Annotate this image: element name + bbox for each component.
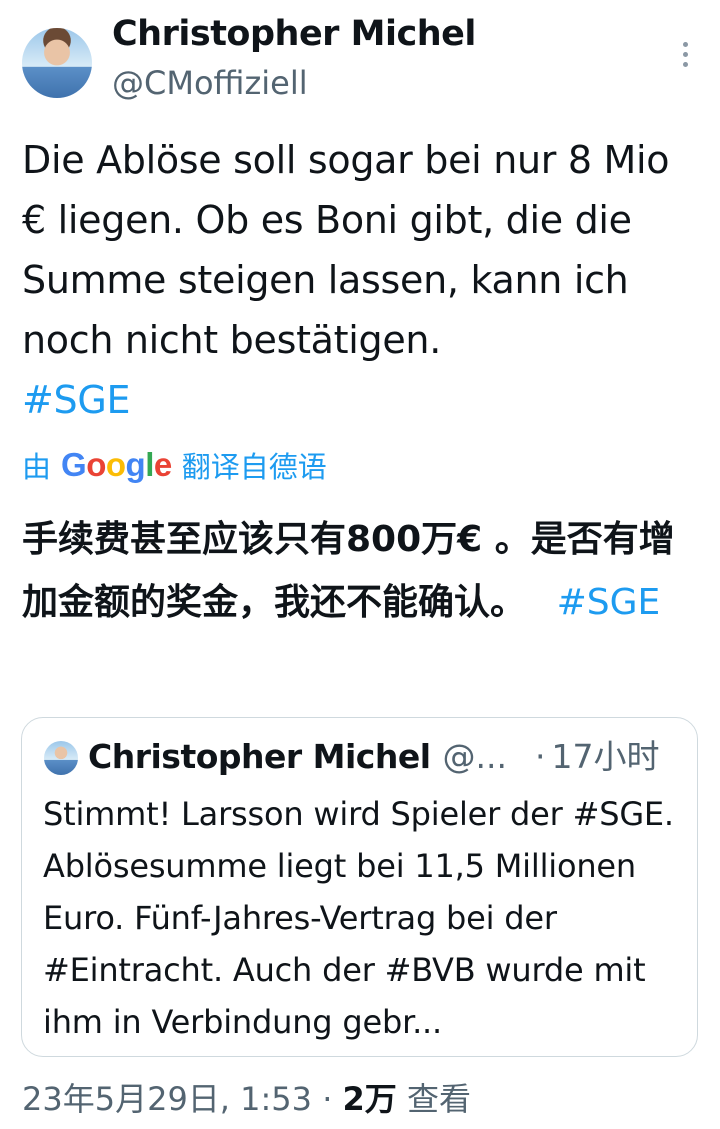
more-vertical-icon[interactable] (676, 42, 694, 74)
translated-text: 手续费甚至应该只有800万€ 。是否有增加金额的奖金，我还不能确认。 #SGE (22, 508, 702, 634)
hashtag-link[interactable]: #SGE (22, 378, 131, 422)
tweet-text: Die Ablöse soll sogar bei nur 8 Mio € li… (22, 130, 702, 430)
tweet: Christopher Michel @CMoffiziell Die Ablö… (0, 0, 720, 1129)
translated-by-suffix: 翻译自德语 (181, 450, 327, 484)
quoted-text: Stimmt! Larsson wird Spieler der #SGE. A… (43, 795, 674, 1041)
quoted-header: Christopher Michel @... · 17小时 (88, 730, 660, 778)
quoted-time: 17小时 (551, 737, 660, 776)
meta-separator: · (322, 1080, 333, 1118)
tweet-meta: 23年5月29日, 1:53 · 2万 查看 (22, 1074, 471, 1120)
google-logo: Google (61, 446, 172, 483)
translated-by-prefix: 由 (22, 450, 52, 484)
translated-hashtag-link[interactable]: #SGE (557, 582, 661, 623)
author-name[interactable]: Christopher Michel (112, 14, 476, 54)
quoted-avatar (44, 741, 78, 775)
tweet-body: Die Ablöse soll sogar bei nur 8 Mio € li… (22, 138, 670, 362)
quoted-separator: · (535, 737, 546, 776)
views-label: 查看 (406, 1080, 471, 1118)
timestamp[interactable]: 23年5月29日, 1:53 (22, 1080, 312, 1118)
quoted-author-handle: @... (442, 737, 508, 776)
views-count: 2万 (342, 1080, 397, 1118)
quoted-author-name: Christopher Michel (88, 737, 431, 776)
author-handle[interactable]: @CMoffiziell (112, 64, 308, 102)
translated-by[interactable]: 由 Google 翻译自德语 (22, 444, 327, 486)
quoted-tweet[interactable]: Christopher Michel @... · 17小时 Stimmt! L… (21, 717, 698, 1057)
avatar[interactable] (22, 28, 92, 98)
